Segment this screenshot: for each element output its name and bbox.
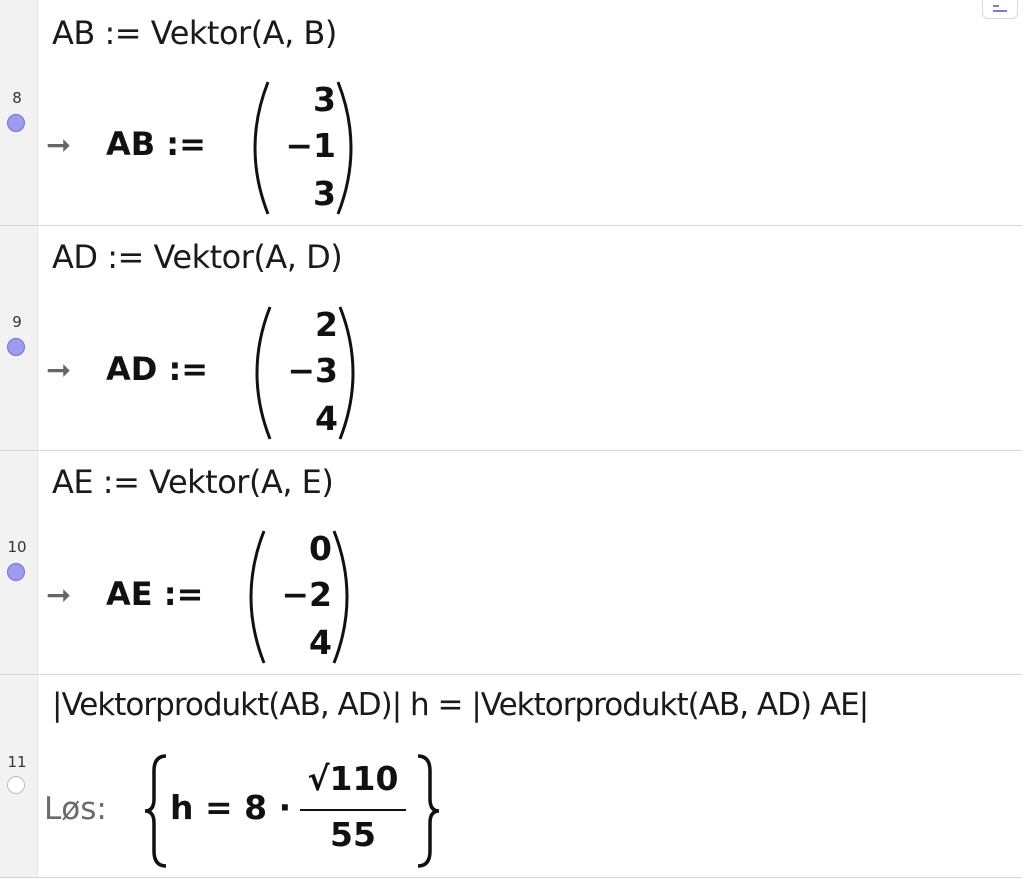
visibility-dot-icon[interactable] bbox=[7, 114, 25, 132]
visibility-empty-dot-icon[interactable] bbox=[7, 776, 25, 794]
vector-component: −3 bbox=[287, 351, 338, 390]
vector-component: 3 bbox=[313, 174, 336, 213]
row-number: 9 bbox=[12, 313, 22, 331]
row-number: 11 bbox=[7, 753, 27, 771]
fraction-denominator: 55 bbox=[330, 815, 376, 854]
cas-input[interactable]: AE := Vektor(A, E) bbox=[52, 463, 334, 501]
solve-label: Løs: bbox=[44, 791, 107, 827]
row-number: 8 bbox=[12, 89, 22, 107]
visibility-dot-icon[interactable] bbox=[7, 563, 25, 581]
row-gutter bbox=[0, 0, 38, 225]
row-gutter bbox=[0, 451, 38, 674]
cas-input[interactable]: |Vektorprodukt(AB, AD)| h = |Vektorprodu… bbox=[52, 687, 869, 723]
menu-icon[interactable] bbox=[982, 0, 1018, 19]
right-brace bbox=[417, 754, 440, 868]
vector-component: 3 bbox=[313, 80, 336, 119]
fraction-bar bbox=[300, 809, 406, 811]
solution-lhs: h = 8 · bbox=[170, 788, 292, 827]
vector-output: 0 −2 4 bbox=[244, 527, 354, 667]
cas-row-10[interactable]: 10 AE := Vektor(A, E) ➞ AE := 0 −2 4 bbox=[0, 451, 1022, 675]
vector-component: 0 bbox=[309, 529, 332, 568]
cas-view: 8 AB := Vektor(A, B) ➞ AB := 3 −1 3 9 AD… bbox=[0, 0, 1024, 879]
cas-row-11[interactable]: 11 |Vektorprodukt(AB, AD)| h = |Vektorpr… bbox=[0, 675, 1022, 878]
vector-output: 3 −1 3 bbox=[248, 78, 358, 218]
cas-row-9[interactable]: 9 AD := Vektor(A, D) ➞ AD := 2 −3 4 bbox=[0, 226, 1022, 451]
vector-component: −1 bbox=[285, 126, 336, 165]
right-arrow-icon: ➞ bbox=[46, 353, 72, 388]
cas-input[interactable]: AD := Vektor(A, D) bbox=[52, 238, 343, 276]
vector-component: −2 bbox=[281, 575, 332, 614]
cas-row-8[interactable]: 8 AB := Vektor(A, B) ➞ AB := 3 −1 3 bbox=[0, 0, 1022, 226]
vector-component: 4 bbox=[309, 623, 332, 662]
vector-component: 4 bbox=[315, 399, 338, 438]
right-arrow-icon: ➞ bbox=[46, 128, 72, 163]
row-number: 10 bbox=[7, 538, 27, 556]
vector-component: 2 bbox=[315, 305, 338, 344]
visibility-dot-icon[interactable] bbox=[7, 338, 25, 356]
left-brace bbox=[144, 754, 167, 868]
output-label: AB := bbox=[106, 125, 206, 163]
output-label: AE := bbox=[106, 575, 204, 613]
cas-input[interactable]: AB := Vektor(A, B) bbox=[52, 14, 337, 52]
output-label: AD := bbox=[106, 350, 209, 388]
fraction-numerator: √110 bbox=[307, 759, 399, 798]
vector-output: 2 −3 4 bbox=[250, 303, 360, 443]
right-arrow-icon: ➞ bbox=[46, 578, 72, 613]
